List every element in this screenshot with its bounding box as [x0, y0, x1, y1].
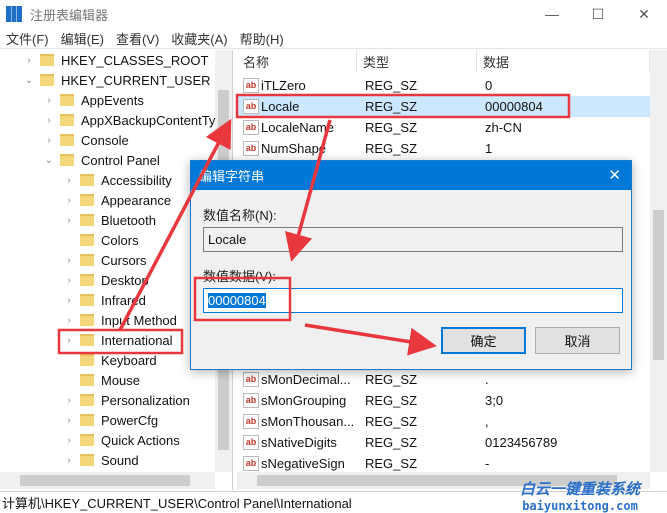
annotation-box-value	[193, 276, 292, 322]
watermark-logo: 白云一键重装系统 baiyunxitong.com	[520, 478, 640, 513]
annotation-box-locale	[235, 93, 571, 119]
annotation-arrow-2	[285, 119, 332, 262]
annotation-arrow-1	[118, 118, 232, 331]
watermark-line1: 白云一键重装系统	[520, 481, 641, 498]
annotation-overlay	[57, 93, 571, 356]
watermark-line2: baiyunxitong.com	[522, 499, 638, 513]
annotation-arrow-3	[304, 323, 437, 356]
annotation-box-international	[57, 328, 184, 355]
